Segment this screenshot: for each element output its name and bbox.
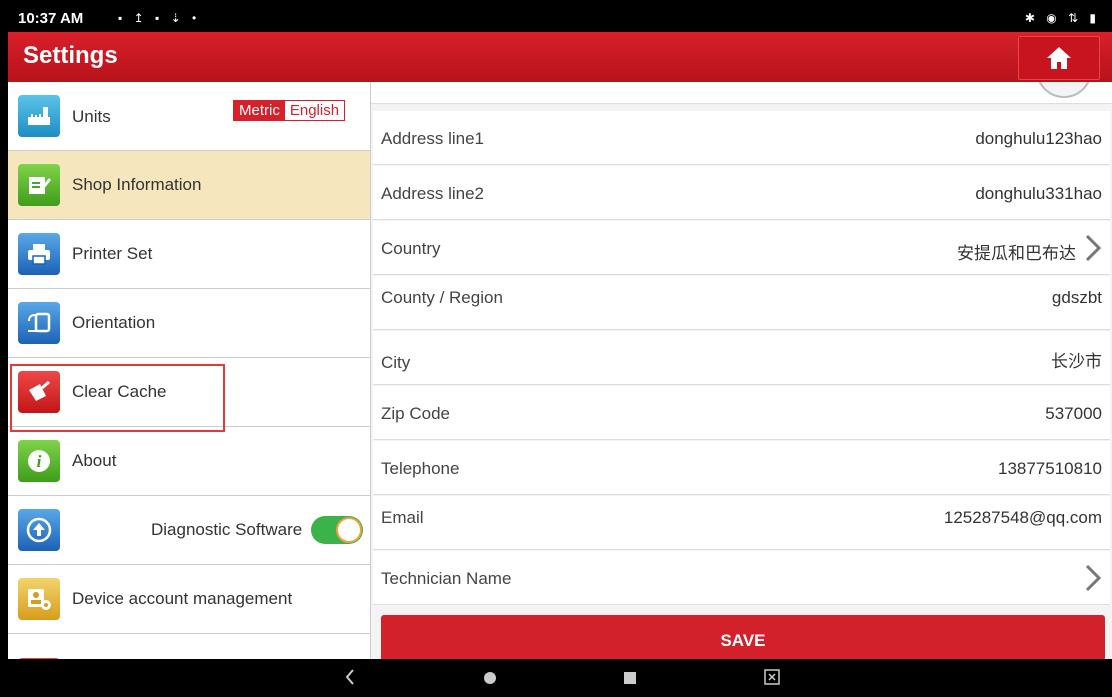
notification-icons: ▪ ↥ ▪ ⇣ • — [118, 11, 201, 25]
field-label: Telephone — [381, 459, 460, 478]
save-button[interactable]: SAVE — [381, 615, 1105, 659]
sidebar-item-orientation[interactable]: Orientation — [8, 289, 370, 358]
field-label: Zip Code — [381, 404, 450, 423]
form-row-country[interactable]: Country 安提瓜和巴布达 — [373, 221, 1110, 275]
form-row-zip-code[interactable]: Zip Code 537000 — [373, 386, 1110, 440]
form-row-address-line2[interactable]: Address line2 donghulu331hao — [373, 166, 1110, 220]
form-row-technician-name[interactable]: Technician Name — [373, 551, 1110, 605]
app-header: Settings — [8, 32, 1112, 82]
sidebar-item-label: About — [72, 451, 117, 470]
field-label: Address line1 — [381, 129, 485, 148]
account-icon — [18, 578, 60, 620]
field-value[interactable]: 537000 — [1045, 404, 1102, 424]
status-time: 10:37 AM — [18, 10, 84, 27]
sidebar-item-label: Diagnostic Software — [151, 520, 303, 539]
field-label: Address line2 — [381, 184, 485, 203]
form-row-address-line1[interactable]: Address line1 donghulu123hao — [373, 111, 1110, 165]
field-value[interactable]: 13877510810 — [998, 459, 1102, 479]
toggle-knob — [336, 517, 362, 543]
android-nav-bar — [8, 659, 1112, 697]
sidebar-item-label: Clear Cache — [72, 382, 167, 401]
diagnostic-software-toggle[interactable] — [311, 516, 363, 544]
edit-document-icon — [18, 164, 60, 206]
home-nav-icon[interactable] — [483, 671, 497, 685]
status-bar: 10:37 AM ▪ ↥ ▪ ⇣ • ✱ ◉ ⇅ ▮ — [8, 7, 1112, 32]
sidebar-item-label: Printer Set — [72, 244, 153, 263]
field-value[interactable]: 125287548@qq.com — [944, 508, 1102, 528]
shop-information-form: Address line1 donghulu123hao Address lin… — [371, 82, 1112, 659]
field-label: County / Region — [381, 288, 503, 307]
page-title: Settings — [23, 42, 118, 69]
form-top-partial-row — [371, 82, 1112, 104]
screenshot-icon[interactable] — [763, 668, 781, 686]
back-icon[interactable] — [343, 667, 357, 687]
ruler-icon — [18, 95, 60, 137]
form-row-email[interactable]: Email 125287548@qq.com — [373, 496, 1110, 550]
sidebar-item-about[interactable]: i About — [8, 427, 370, 496]
broom-icon — [18, 371, 60, 413]
upgrade-icon — [18, 509, 60, 551]
system-status-icons: ✱ ◉ ⇅ ▮ — [1024, 11, 1100, 25]
home-button[interactable] — [1018, 36, 1100, 80]
field-value[interactable]: 安提瓜和巴布达 — [957, 239, 1076, 264]
sidebar-item-label: Orientation — [72, 313, 156, 332]
field-label: City — [381, 353, 411, 372]
field-value[interactable]: 长沙市 — [1051, 347, 1102, 372]
chevron-right-icon[interactable] — [1082, 233, 1104, 263]
units-english-option[interactable]: English — [284, 101, 345, 120]
field-value[interactable]: gdszbt — [1052, 288, 1102, 308]
sidebar-item-label: Shop Information — [72, 175, 202, 194]
field-label: Technician Name — [381, 569, 512, 588]
chevron-right-icon[interactable] — [1082, 563, 1104, 593]
sidebar-item-printer-set[interactable]: Printer Set — [8, 220, 370, 289]
svg-text:i: i — [37, 452, 42, 471]
form-row-telephone[interactable]: Telephone 13877510810 — [373, 441, 1110, 495]
field-value[interactable]: donghulu123hao — [975, 129, 1102, 149]
field-label: Country — [381, 239, 441, 258]
sidebar-item-shop-information[interactable]: Shop Information — [8, 151, 370, 220]
sidebar-item-label: Device account management — [72, 589, 293, 608]
field-label: Email — [381, 508, 424, 527]
rotate-screen-icon — [18, 302, 60, 344]
settings-sidebar: Units Metric English Shop Information Pr… — [8, 82, 371, 659]
sidebar-item-label: Units — [72, 107, 111, 126]
info-icon: i — [18, 440, 60, 482]
units-toggle[interactable]: Metric English — [233, 100, 346, 121]
sidebar-item-diagnostic-software[interactable]: Diagnostic Software — [8, 496, 370, 565]
avatar[interactable] — [1036, 82, 1092, 98]
app-screen: 10:37 AM ▪ ↥ ▪ ⇣ • ✱ ◉ ⇅ ▮ Settings Unit… — [8, 7, 1112, 697]
sidebar-item-device-account-management[interactable]: Device account management — [8, 565, 370, 634]
sidebar-item-clear-cache[interactable]: Clear Cache — [8, 358, 370, 427]
form-row-county-region[interactable]: County / Region gdszbt — [373, 276, 1110, 330]
form-row-city[interactable]: City 长沙市 — [373, 331, 1110, 385]
home-icon — [1047, 47, 1071, 69]
recents-icon[interactable] — [623, 671, 637, 685]
printer-icon — [18, 233, 60, 275]
sidebar-item-partial[interactable] — [8, 634, 370, 659]
units-metric-option[interactable]: Metric — [234, 101, 285, 120]
sidebar-item-units[interactable]: Units Metric English — [8, 82, 370, 151]
field-value[interactable]: donghulu331hao — [975, 184, 1102, 204]
